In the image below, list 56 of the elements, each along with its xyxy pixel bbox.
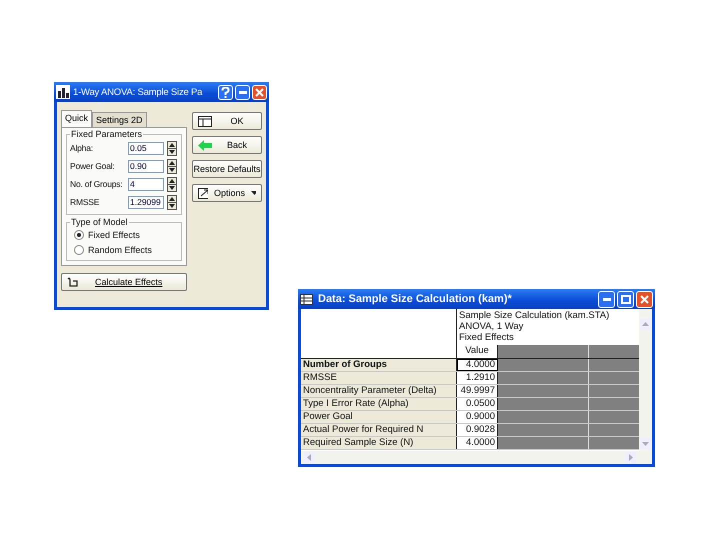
group-title: Type of Model	[70, 217, 129, 227]
field-label: No. of Groups:	[70, 179, 124, 189]
radio-label: Random Effects	[88, 244, 152, 254]
tab[interactable]: Quick	[61, 110, 92, 127]
row-header[interactable]: Number of Groups	[301, 359, 457, 371]
radio-button[interactable]	[74, 244, 84, 254]
chart-icon	[56, 85, 70, 99]
minimize-icon	[238, 90, 246, 94]
close-icon	[640, 294, 649, 304]
spreadsheet-icon	[300, 294, 313, 304]
field-label: Alpha:	[70, 143, 94, 153]
header-text: Fixed Effects	[459, 332, 515, 343]
caret-icon	[251, 191, 256, 195]
calculate-button[interactable]: Calculate Effects	[61, 273, 187, 291]
spinner-icon[interactable]	[167, 158, 177, 174]
back-button[interactable]: Back	[192, 136, 262, 154]
row-header[interactable]: Required Sample Size (N)	[301, 437, 457, 449]
maximize-button[interactable]	[617, 290, 634, 308]
options-button[interactable]: Options	[192, 184, 262, 202]
input-field[interactable]: 1.29099	[128, 196, 164, 208]
table-icon	[198, 116, 212, 126]
window-title: 1-Way ANOVA: Sample Size Pa	[73, 86, 204, 98]
options-icon	[198, 188, 208, 198]
input-field[interactable]: 0.05	[128, 142, 164, 154]
row-header[interactable]: Power Goal	[301, 411, 457, 423]
back-arrow-icon	[198, 140, 212, 150]
minimize-icon	[602, 298, 610, 300]
radio-label: Fixed Effects	[88, 230, 140, 240]
help-icon	[221, 86, 230, 98]
row-header[interactable]: Actual Power for Required N	[301, 424, 457, 436]
input-field[interactable]: 4	[128, 178, 164, 190]
row-header[interactable]: Type I Error Rate (Alpha)	[301, 398, 457, 410]
table-cell[interactable]: 4.0000	[457, 359, 498, 371]
tab[interactable]: Settings 2D	[92, 112, 147, 127]
ok-button[interactable]: OK	[192, 112, 262, 130]
window-title: Data: Sample Size Calculation (kam)*	[318, 293, 513, 305]
header-text: ANOVA, 1 Way	[459, 321, 524, 332]
field-label: RMSSE	[70, 197, 100, 207]
row-header[interactable]: RMSSE	[301, 372, 457, 384]
spinner-icon[interactable]	[167, 176, 177, 192]
input-field[interactable]: 0.90	[128, 160, 164, 172]
field-label: Power Goal:	[70, 161, 116, 171]
help-button[interactable]	[218, 84, 233, 100]
close-button[interactable]	[252, 84, 267, 100]
row-header[interactable]: Noncentrality Parameter (Delta)	[301, 385, 457, 397]
close-button[interactable]	[636, 290, 653, 308]
spinner-icon[interactable]	[167, 140, 177, 156]
maximize-icon	[620, 294, 630, 304]
restore-button[interactable]: Restore Defaults	[192, 160, 262, 178]
spinner-icon[interactable]	[167, 194, 177, 210]
header-text: Sample Size Calculation (kam.STA)	[459, 310, 610, 321]
radio-button[interactable]	[74, 230, 84, 240]
close-icon	[255, 88, 264, 96]
group-title: Fixed Parameters	[70, 129, 144, 139]
minimize-button[interactable]	[598, 290, 615, 308]
minimize-button[interactable]	[235, 84, 250, 100]
